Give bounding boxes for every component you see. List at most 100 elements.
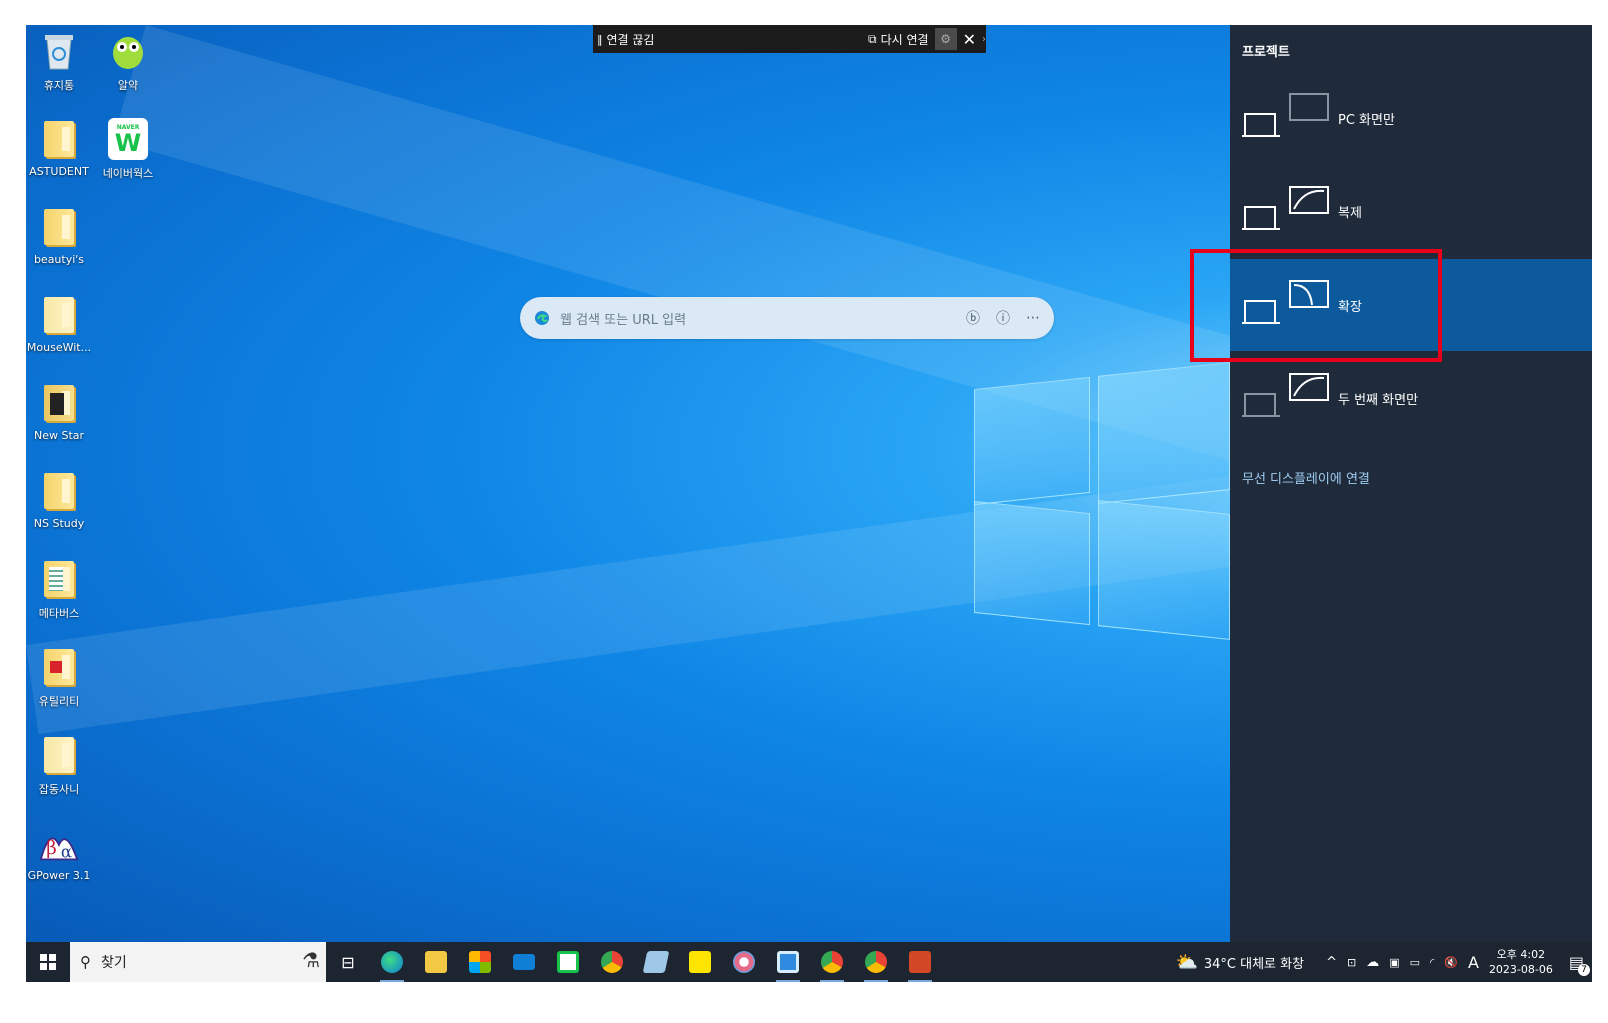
- annotation-highlight-box: [1190, 249, 1442, 362]
- partly-sunny-icon: ⛅: [1175, 951, 1198, 973]
- remote-connection-bar: ‖ 연결 끊김 ⧉ 다시 연결 ⚙ ✕ ›: [593, 25, 986, 53]
- project-option-label: 두 번째 화면만: [1338, 392, 1419, 408]
- taskbar-app-chrome-profile-2[interactable]: [854, 942, 898, 982]
- project-option-second-only[interactable]: 두 번째 화면만: [1230, 352, 1592, 444]
- app-icon: [39, 381, 79, 425]
- edge-search-bar[interactable]: 웹 검색 또는 URL 입력 ⓑ ⓘ ⋯: [520, 297, 1054, 339]
- folder-icon: [39, 469, 79, 513]
- taskbar-search-box[interactable]: ⚲ 찾기 ⚗: [70, 942, 326, 982]
- w-glyph: W: [114, 128, 142, 157]
- desktop-icon-beautyis[interactable]: beautyi's: [26, 205, 95, 266]
- taskbar-app-chrome[interactable]: [590, 942, 634, 982]
- remote-screen: 휴지통 알약 ASTUDENT NAVER W 네이버웍스 beautyi's: [26, 25, 1592, 1005]
- paint-icon: [733, 951, 755, 973]
- edge-icon: [381, 951, 403, 973]
- desktop-icon-ns-study[interactable]: NS Study: [26, 469, 95, 530]
- taskbar-app-powerpoint[interactable]: [898, 942, 942, 982]
- desktop-icon-gpower[interactable]: βα GPower 3.1: [26, 821, 95, 882]
- desktop-icon-mousewit[interactable]: MouseWit...: [26, 293, 95, 354]
- desktop-icon-misc[interactable]: 잡동사니: [26, 733, 95, 797]
- connect-wireless-display-link[interactable]: 무선 디스플레이에 연결: [1242, 468, 1370, 487]
- store-icon: [469, 951, 491, 973]
- search-icon: ⚲: [80, 953, 91, 971]
- recycle-bin-icon: [39, 29, 79, 73]
- taskbar-app-explorer[interactable]: [414, 942, 458, 982]
- taskbar-app-paint[interactable]: [722, 942, 766, 982]
- chevron-right-icon[interactable]: ›: [982, 34, 986, 45]
- taskbar-app-naver-works[interactable]: [546, 942, 590, 982]
- taskbar: ⚲ 찾기 ⚗ ⊟ ⛅ 34°C 대체로 화창 ^ ⊡ ☁ ▣ ▭ ◜ �: [26, 942, 1592, 982]
- taskbar-app-store[interactable]: [458, 942, 502, 982]
- naver-works-icon: NAVER W: [108, 117, 148, 161]
- desktop-icon-astudent[interactable]: ASTUDENT: [26, 117, 95, 178]
- clock-time: 오후 4:02: [1496, 948, 1546, 961]
- desktop-icon-alyac[interactable]: 알약: [92, 29, 164, 93]
- show-hidden-icons-icon[interactable]: ^: [1326, 955, 1337, 970]
- start-button[interactable]: [26, 942, 70, 982]
- reconnect-button[interactable]: ⧉ 다시 연결: [862, 25, 935, 53]
- system-tray: ⛅ 34°C 대체로 화창 ^ ⊡ ☁ ▣ ▭ ◜ 🔇 A 오후 4:02 20…: [1175, 942, 1592, 982]
- meet-now-icon[interactable]: ⊡: [1347, 956, 1356, 969]
- powerpoint-icon: [909, 951, 931, 973]
- pc-screen-only-icon: [1242, 88, 1338, 148]
- bing-icon[interactable]: ⓑ: [966, 308, 980, 328]
- folder-icon: [39, 733, 79, 777]
- search-highlight-icon: ⚗: [302, 948, 320, 972]
- project-title: 프로젝트: [1242, 45, 1290, 60]
- folder-icon: [39, 117, 79, 161]
- weather-text: 34°C 대체로 화창: [1203, 956, 1305, 972]
- windows-logo-pane: [974, 376, 1090, 506]
- desktop-icon-label: beautyi's: [33, 253, 85, 266]
- desktop-icon-label: GPower 3.1: [27, 869, 91, 882]
- windows-logo-pane: [974, 500, 1090, 626]
- app-tray-icon[interactable]: ▣: [1389, 956, 1399, 969]
- chrome-icon: [865, 951, 887, 973]
- input-method-indicator[interactable]: A: [1468, 953, 1479, 972]
- settings-gear-icon[interactable]: ⚙: [934, 28, 957, 50]
- project-option-pc-only[interactable]: PC 화면만: [1230, 72, 1592, 164]
- desktop-icon-new-star[interactable]: New Star: [26, 381, 95, 442]
- desktop[interactable]: 휴지통 알약 ASTUDENT NAVER W 네이버웍스 beautyi's: [26, 25, 1592, 965]
- notes-icon: [642, 951, 670, 973]
- naver-works-icon: [557, 951, 579, 973]
- more-options-icon[interactable]: ⋯: [1026, 310, 1040, 326]
- project-option-duplicate[interactable]: 복제: [1230, 165, 1592, 257]
- reconnect-icon: ⧉: [868, 31, 877, 46]
- svg-text:β: β: [46, 838, 57, 859]
- folder-icon: [39, 205, 79, 249]
- taskbar-app-kakaotalk[interactable]: [678, 942, 722, 982]
- desktop-icon-utility[interactable]: 유틸리티: [26, 645, 95, 709]
- taskbar-app-edge[interactable]: [370, 942, 414, 982]
- taskbar-app-notes[interactable]: [634, 942, 678, 982]
- pin-icon[interactable]: ‖: [597, 33, 603, 46]
- folder-icon: [39, 557, 79, 601]
- taskbar-app-chrome-profile-1[interactable]: [810, 942, 854, 982]
- clock[interactable]: 오후 4:02 2023-08-06: [1489, 947, 1553, 977]
- project-option-label: 복제: [1338, 205, 1362, 221]
- volume-muted-icon[interactable]: 🔇: [1444, 956, 1458, 969]
- notification-center-button[interactable]: ▤ 7: [1569, 953, 1590, 976]
- project-option-label: PC 화면만: [1338, 112, 1395, 128]
- taskbar-app-calendar[interactable]: [766, 942, 810, 982]
- gpower-icon: βα: [39, 821, 79, 865]
- screen-bottom-margin: [26, 982, 1592, 1005]
- search-label: 찾기: [101, 955, 127, 971]
- desktop-icon-recycle-bin[interactable]: 휴지통: [26, 29, 95, 93]
- desktop-icon-label: NS Study: [33, 517, 85, 530]
- onedrive-icon[interactable]: ☁: [1366, 955, 1379, 970]
- calendar-icon: [777, 951, 799, 973]
- weather-widget[interactable]: ⛅ 34°C 대체로 화창: [1175, 952, 1304, 973]
- task-view-icon: ⊟: [341, 952, 355, 972]
- project-panel: 프로젝트 PC 화면만 복제 확장 두 번째 화면만 무선 디스플레이에 연결: [1230, 25, 1592, 965]
- svg-text:α: α: [61, 843, 72, 862]
- help-icon[interactable]: ⓘ: [996, 308, 1010, 328]
- battery-icon[interactable]: ▭: [1410, 956, 1420, 969]
- task-view-button[interactable]: ⊟: [326, 942, 370, 982]
- folder-icon: [39, 645, 79, 689]
- wifi-icon[interactable]: ◜: [1430, 956, 1434, 969]
- desktop-icon-metaverse[interactable]: 메타버스: [26, 557, 95, 621]
- taskbar-app-mail[interactable]: [502, 942, 546, 982]
- desktop-icon-naver-works[interactable]: NAVER W 네이버웍스: [92, 117, 164, 181]
- second-screen-only-icon: [1242, 368, 1338, 428]
- close-button[interactable]: ✕: [957, 25, 982, 53]
